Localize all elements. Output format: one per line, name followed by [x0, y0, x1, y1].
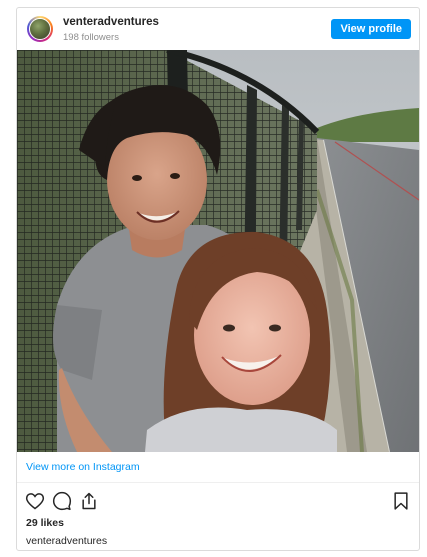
- avatar[interactable]: [27, 16, 53, 42]
- action-bar: [17, 485, 419, 515]
- bookmark-icon[interactable]: [391, 491, 411, 511]
- instagram-embed: venteradventures 198 followers View prof…: [16, 7, 420, 551]
- heart-icon[interactable]: [25, 491, 45, 511]
- comment-icon[interactable]: [52, 491, 72, 511]
- post-photo[interactable]: [17, 50, 419, 452]
- caption-username[interactable]: venteradventures: [26, 535, 107, 547]
- username[interactable]: venteradventures: [63, 16, 159, 28]
- avatar-image: [29, 18, 51, 40]
- view-profile-button[interactable]: View profile: [331, 19, 411, 39]
- view-more-section: View more on Instagram: [17, 452, 419, 483]
- share-icon[interactable]: [79, 491, 99, 511]
- follower-count: 198 followers: [63, 32, 119, 43]
- selfie-photo: [17, 50, 419, 452]
- post-header: venteradventures 198 followers View prof…: [17, 8, 419, 50]
- likes-count[interactable]: 29 likes: [26, 517, 64, 529]
- view-more-link[interactable]: View more on Instagram: [26, 461, 140, 473]
